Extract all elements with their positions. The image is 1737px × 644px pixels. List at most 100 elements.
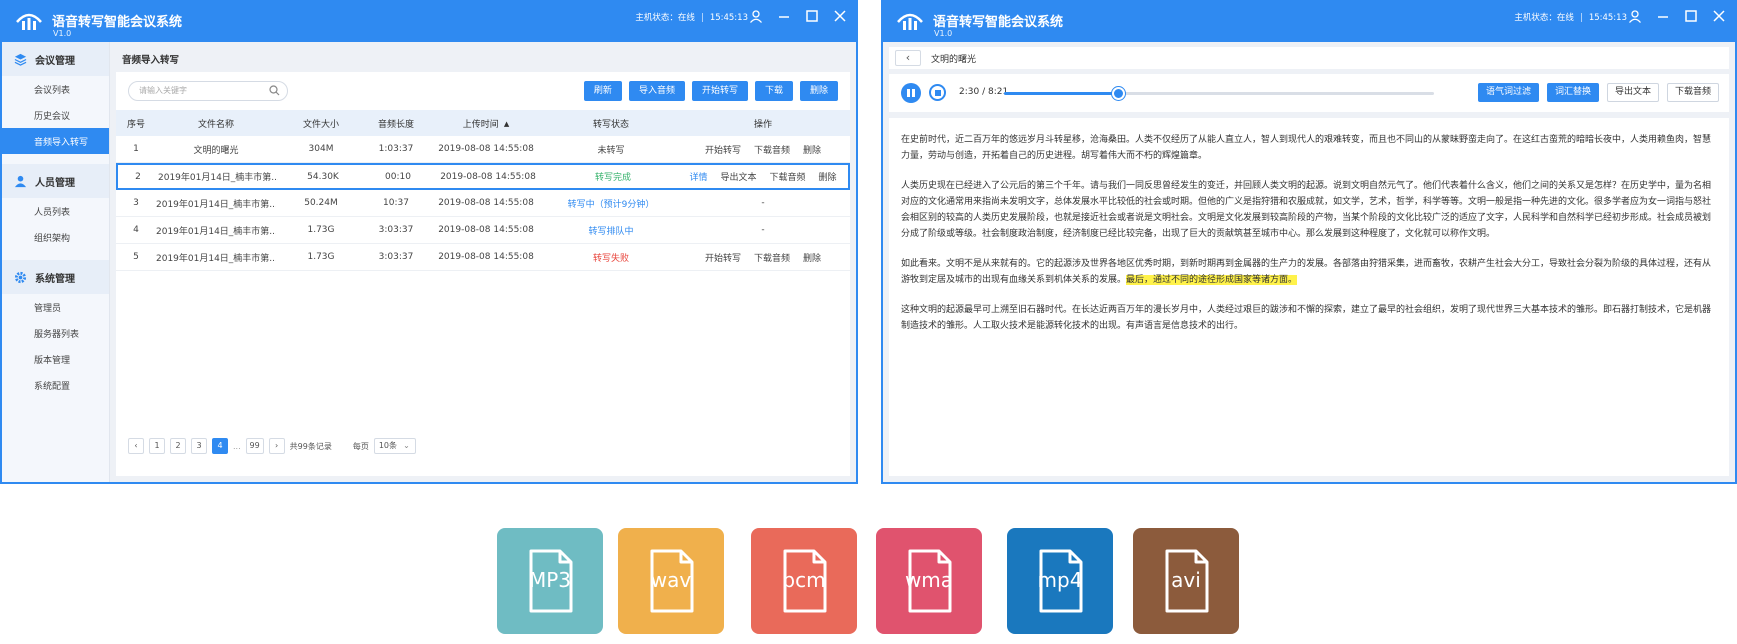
delete-button[interactable]: 删除 [799, 81, 838, 101]
close-icon[interactable] [832, 9, 848, 25]
table-row[interactable]: 3 2019年01月14日_楠丰市第... 50.24M 10:37 2019-… [116, 190, 850, 217]
audio-player: 2:30 / 8:21 语气词过滤 词汇替换 导出文本 下载音频 [889, 74, 1729, 112]
total-records: 共99条记录 [289, 441, 332, 451]
cell-status: 转写失败 [592, 253, 629, 264]
sidebar-item-version[interactable]: 版本管理 [2, 346, 109, 372]
progress-slider[interactable] [1004, 87, 1434, 100]
sidebar-group-label: 会议管理 [35, 55, 75, 67]
sort-icon[interactable]: ▲ [504, 120, 509, 128]
page-1-button[interactable]: 1 [149, 438, 165, 454]
minimize-icon[interactable] [1655, 9, 1671, 25]
person-icon [14, 175, 27, 187]
sidebar-item-meeting-list[interactable]: 会议列表 [2, 76, 109, 102]
app-logo-icon [897, 13, 923, 30]
cell-length: 1:03:37 [378, 144, 414, 154]
format-label: avi [1171, 568, 1201, 592]
close-icon[interactable] [1711, 9, 1727, 25]
sidebar-item-audio-import[interactable]: 音频导入转写 [2, 128, 109, 154]
sidebar-item-history[interactable]: 历史会议 [2, 102, 109, 128]
cell-no: 1 [133, 144, 139, 154]
delete-link[interactable]: 删除 [803, 251, 821, 264]
cell-actions: 开始转写 下载音频 删除 [676, 143, 850, 156]
page-3-button[interactable]: 3 [191, 438, 207, 454]
table-row[interactable]: 5 2019年01月14日_楠丰市第... 1.73G 3:03:37 2019… [116, 244, 850, 271]
minimize-icon[interactable] [776, 9, 792, 25]
sidebar-item-people-list[interactable]: 人员列表 [2, 198, 109, 224]
col-size: 文件大小 [302, 119, 339, 130]
table-row-selected[interactable]: 2 2019年01月14日_楠丰市第... 54.30K 00:10 2019-… [116, 163, 850, 190]
user-icon[interactable] [748, 9, 764, 25]
per-page-value: 10条 [378, 441, 398, 450]
import-audio-button[interactable]: 导入音频 [628, 81, 685, 101]
search-input[interactable]: 请输入关键字 [128, 81, 288, 101]
download-audio-link[interactable]: 下载音频 [770, 170, 806, 183]
prev-page-button[interactable]: ‹ [128, 438, 144, 454]
pagination: ‹ 1 2 3 4 ... 99 › 共99条记录 每页 10条 ⌄ [128, 438, 416, 454]
download-audio-link[interactable]: 下载音频 [754, 143, 790, 156]
sidebar-group-system[interactable]: 系统管理 [2, 260, 109, 294]
details-link[interactable]: 详情 [689, 170, 707, 183]
download-audio-button[interactable]: 下载音频 [1666, 83, 1719, 102]
export-text-link[interactable]: 导出文本 [720, 170, 756, 183]
cell-status: 转写排队中 [588, 226, 634, 237]
refresh-button[interactable]: 刷新 [583, 81, 622, 101]
sidebar-group-meeting[interactable]: 会议管理 [2, 42, 109, 76]
col-name: 文件名称 [197, 119, 234, 130]
format-avi-icon: avi [1133, 528, 1239, 634]
col-upload-time[interactable]: 上传时间 ▲ [426, 117, 546, 130]
pause-button[interactable] [901, 83, 921, 103]
page-ellipsis: ... [233, 441, 241, 451]
cell-actions: 详情 导出文本 下载音频 删除 [678, 170, 848, 183]
delete-link[interactable]: 删除 [803, 143, 821, 156]
page-4-button[interactable]: 4 [212, 438, 228, 454]
cell-no: 2 [135, 171, 141, 182]
maximize-icon[interactable] [804, 9, 820, 25]
detail-toolbar: 语气词过滤 词汇替换 导出文本 下载音频 [1477, 83, 1719, 102]
start-transcribe-link[interactable]: 开始转写 [705, 251, 741, 264]
col-length: 音频长度 [377, 119, 414, 130]
col-status: 转写状态 [592, 119, 629, 130]
sidebar-group-people[interactable]: 人员管理 [2, 164, 109, 198]
sidebar-item-config[interactable]: 系统配置 [2, 372, 109, 398]
next-page-button[interactable]: › [268, 438, 285, 454]
cell-status: 转写中（预计9分钟） [567, 199, 655, 210]
start-transcribe-button[interactable]: 开始转写 [691, 81, 748, 101]
toolbar: 刷新 导入音频 开始转写 下载 删除 [583, 81, 838, 101]
sidebar-item-admin[interactable]: 管理员 [2, 294, 109, 320]
filter-fillers-button[interactable]: 语气词过滤 [1477, 83, 1539, 102]
stop-button[interactable] [929, 84, 946, 101]
layers-icon [14, 53, 27, 66]
page-2-button[interactable]: 2 [170, 438, 186, 454]
format-mp3-icon: MP3 [497, 528, 603, 634]
word-replace-button[interactable]: 词汇替换 [1546, 83, 1599, 102]
per-page-select[interactable]: 10条 ⌄ [373, 438, 416, 454]
title-bar: 语音转写智能会议系统 V1.0 主机状态：在线 | 15:45:13 [2, 2, 856, 42]
table-row[interactable]: 1 文明的曙光 304M 1:03:37 2019-08-08 14:55:08… [116, 136, 850, 163]
format-label: wma [904, 568, 954, 592]
cell-time: 2019-08-08 14:55:08 [438, 144, 534, 154]
table-row[interactable]: 4 2019年01月14日_楠丰市第... 1.73G 3:03:37 2019… [116, 217, 850, 244]
export-text-button[interactable]: 导出文本 [1606, 83, 1659, 102]
format-label: mp4 [1037, 568, 1083, 592]
search-icon[interactable] [269, 85, 280, 96]
user-icon[interactable] [1627, 9, 1643, 25]
meeting-app-window-detail: 语音转写智能会议系统 V1.0 主机状态：在线 | 15:45:13 ‹ 文明的曙光… [881, 0, 1737, 484]
chevron-down-icon: ⌄ [403, 441, 410, 450]
progress-handle[interactable] [1111, 87, 1125, 100]
page-last-button[interactable]: 99 [245, 438, 264, 454]
no-action: - [761, 198, 765, 208]
delete-link[interactable]: 删除 [819, 170, 837, 183]
breadcrumb: 音频导入转写 [122, 55, 180, 66]
transcript-paragraph: 在史前时代，近二百万年的悠远岁月斗转星移，沧海桑田。人类不仅经历了从能人直立人，… [901, 135, 1712, 161]
start-transcribe-link[interactable]: 开始转写 [705, 143, 741, 156]
download-button[interactable]: 下载 [754, 81, 793, 101]
per-page-label: 每页 [352, 441, 369, 451]
sidebar-item-servers[interactable]: 服务器列表 [2, 320, 109, 346]
cell-time: 2019-08-08 14:55:08 [438, 198, 534, 208]
sidebar-group-label: 人员管理 [35, 177, 75, 189]
maximize-icon[interactable] [1683, 9, 1699, 25]
back-button[interactable]: ‹ [895, 50, 921, 66]
sidebar-item-org[interactable]: 组织架构 [2, 224, 109, 250]
download-audio-link[interactable]: 下载音频 [754, 251, 790, 264]
host-status: 主机状态：在线 | 15:45:13 [635, 13, 748, 23]
